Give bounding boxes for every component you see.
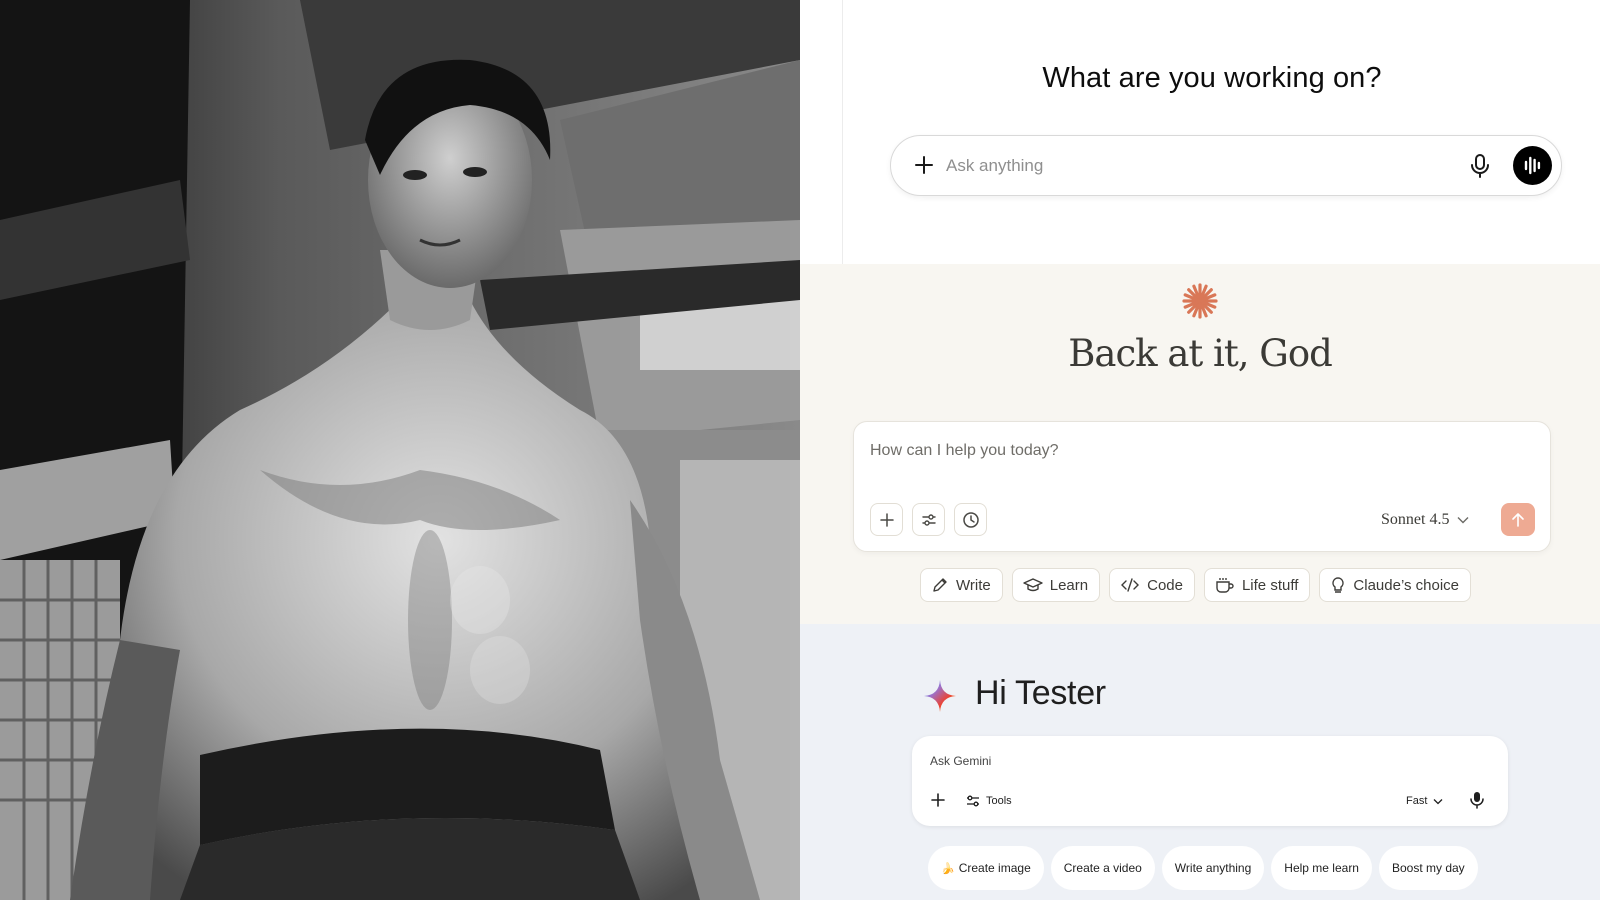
- chip-code[interactable]: Code: [1109, 568, 1195, 602]
- sidebar-divider: [842, 0, 843, 264]
- chip-label: Boost my day: [1391, 861, 1465, 875]
- gemini-greeting: Hi Tester: [975, 674, 1106, 712]
- voice-mode-icon[interactable]: [1513, 146, 1552, 185]
- chevron-down-icon: [1433, 798, 1443, 804]
- model-selector[interactable]: Sonnet 4.5: [1381, 508, 1491, 532]
- banana-icon: 🍌: [941, 862, 955, 875]
- gemini-suggestion-chips: 🍌 Create image Create a video Write anyt…: [928, 846, 1478, 890]
- chip-life-stuff[interactable]: Life stuff: [1203, 568, 1311, 602]
- chip-label: Write: [956, 576, 991, 594]
- plus-icon: [879, 512, 894, 527]
- claude-panel: Back at it, God Sonnet 4.5: [800, 264, 1600, 624]
- chatgpt-composer: [890, 135, 1562, 196]
- chip-label: Learn: [1049, 576, 1089, 594]
- mode-label: Fast: [1406, 795, 1428, 807]
- claude-starburst-icon: [1182, 283, 1218, 319]
- chip-write-anything[interactable]: Write anything: [1161, 846, 1265, 890]
- chatgpt-heading: What are you working on?: [1042, 62, 1382, 94]
- claude-suggestion-chips: Write Learn Code Life stuff Claude’s cho…: [920, 568, 1472, 602]
- chip-create-image[interactable]: 🍌 Create image: [928, 846, 1044, 890]
- clock-icon: [962, 511, 979, 528]
- chip-label: Help me learn: [1284, 861, 1359, 875]
- chatgpt-panel: What are you working on?: [800, 0, 1600, 264]
- lightbulb-icon: [1332, 577, 1345, 593]
- chip-claudes-choice[interactable]: Claude’s choice: [1319, 568, 1472, 602]
- pencil-icon: [933, 578, 947, 592]
- sliders-icon: [921, 513, 936, 526]
- tools-button[interactable]: Tools: [966, 791, 1012, 811]
- graduation-cap-icon: [1023, 578, 1043, 592]
- tools-label: Tools: [986, 795, 1012, 807]
- gemini-panel: Hi Tester Tools Fast: [800, 624, 1600, 900]
- tools-sliders-icon: [967, 795, 979, 807]
- coffee-cup-icon: [1216, 578, 1234, 593]
- chip-label: Create image: [958, 861, 1031, 875]
- mode-selector[interactable]: Fast: [1406, 791, 1443, 811]
- microphone-icon[interactable]: [1467, 152, 1493, 180]
- chip-write[interactable]: Write: [920, 568, 1003, 602]
- chip-label: Write anything: [1174, 861, 1252, 875]
- gemini-composer: Tools Fast: [912, 736, 1508, 826]
- chip-boost-my-day[interactable]: Boost my day: [1378, 846, 1478, 890]
- model-name: Sonnet 4.5: [1381, 511, 1450, 528]
- microphone-icon[interactable]: [1467, 789, 1487, 811]
- chatgpt-prompt-input[interactable]: [946, 149, 1426, 183]
- plus-icon[interactable]: [928, 790, 948, 810]
- send-button[interactable]: [1501, 503, 1535, 536]
- code-icon: [1121, 578, 1140, 592]
- chevron-down-icon: [1457, 517, 1469, 524]
- chip-label: Claude’s choice: [1353, 576, 1460, 594]
- claude-composer: Sonnet 4.5: [853, 421, 1551, 552]
- claude-greeting: Back at it, God: [1068, 332, 1333, 375]
- chip-label: Create a video: [1063, 861, 1142, 875]
- gemini-sparkle-icon: [924, 680, 956, 712]
- gemini-prompt-input[interactable]: [930, 748, 1430, 774]
- chip-label: Life stuff: [1241, 576, 1299, 594]
- chip-create-video[interactable]: Create a video: [1050, 846, 1155, 890]
- chip-learn[interactable]: Learn: [1011, 568, 1101, 602]
- portrait-illustration: [0, 0, 800, 900]
- arrow-up-icon: [1512, 512, 1524, 527]
- plus-icon[interactable]: [909, 150, 939, 180]
- chip-label: Code: [1147, 576, 1183, 594]
- add-attachment-button[interactable]: [870, 503, 903, 536]
- tools-button[interactable]: [912, 503, 945, 536]
- portrait-photo: [0, 0, 800, 900]
- chip-help-me-learn[interactable]: Help me learn: [1271, 846, 1372, 890]
- claude-prompt-input[interactable]: [870, 436, 1470, 466]
- history-button[interactable]: [954, 503, 987, 536]
